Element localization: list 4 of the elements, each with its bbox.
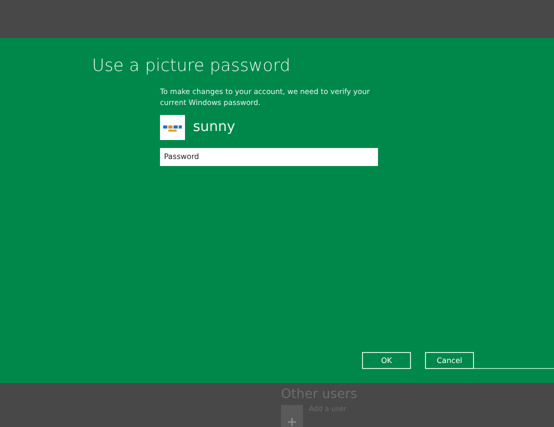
avatar-icon xyxy=(160,114,185,140)
user-name: sunny xyxy=(193,119,236,136)
plus-icon[interactable] xyxy=(281,405,303,427)
dialog-title: Use a picture password xyxy=(92,56,292,76)
